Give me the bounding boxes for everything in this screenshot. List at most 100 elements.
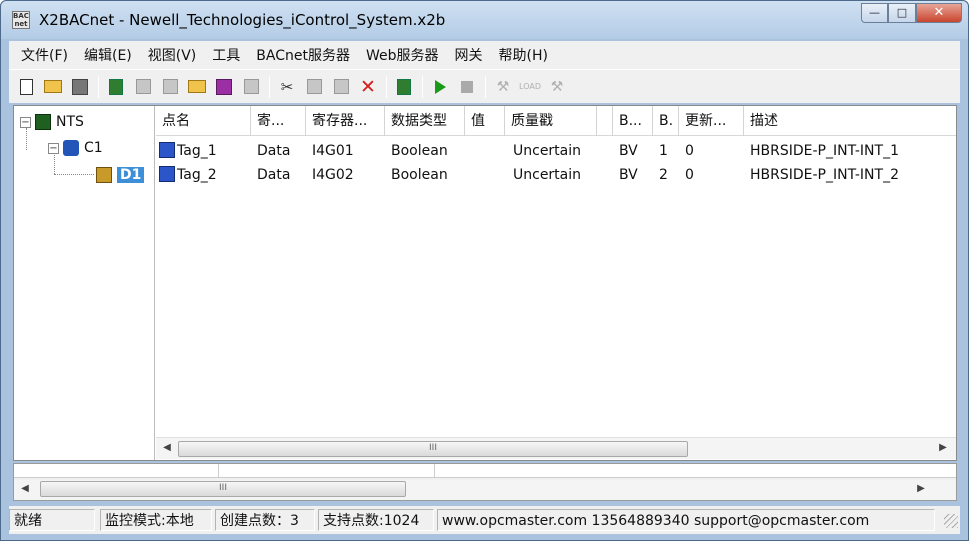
properties-button[interactable] [240, 76, 262, 98]
open-button[interactable] [42, 76, 64, 98]
log-header [14, 464, 956, 478]
menu-view[interactable]: 视图(V) [140, 45, 205, 65]
add-channel-button[interactable] [105, 76, 127, 98]
column-header[interactable]: B... [613, 106, 653, 136]
object-type-cell: BV [619, 143, 638, 159]
toolbar-separator [269, 75, 270, 98]
scroll-right-icon[interactable]: ▶ [936, 441, 950, 455]
scissors-icon: ✂ [280, 77, 294, 96]
datatype-cell: Boolean [391, 143, 448, 159]
list-horizontal-scrollbar[interactable]: ◀ III ▶ [156, 437, 956, 459]
scroll-left-icon[interactable]: ◀ [160, 441, 174, 455]
column-header[interactable] [597, 106, 613, 136]
column-header[interactable]: 更新... [679, 106, 744, 136]
load-button[interactable]: LOAD [519, 76, 541, 98]
tree-node-label: C1 [84, 140, 103, 156]
tree-node-d1[interactable]: D1 [96, 165, 145, 185]
menu-file[interactable]: 文件(F) [13, 45, 76, 65]
collapse-icon[interactable]: − [20, 116, 31, 128]
menu-bacnet-server[interactable]: BACnet服务器 [248, 45, 358, 65]
status-created-count: 创建点数：3 [215, 509, 315, 531]
window-controls: — □ ✕ [861, 3, 962, 23]
object-type-cell: BV [619, 167, 638, 183]
stop-button[interactable] [456, 76, 478, 98]
quality-cell: Uncertain [513, 143, 582, 159]
paste-button[interactable] [330, 76, 352, 98]
menu-gateway[interactable]: 网关 [447, 45, 491, 65]
log-pane: ◀ III ▶ [13, 463, 957, 501]
monitor-button[interactable] [393, 76, 415, 98]
tree-node-c1[interactable]: − C1 [48, 138, 103, 158]
copy-button[interactable] [303, 76, 325, 98]
tree-node-label: NTS [56, 114, 84, 130]
scroll-right-icon[interactable]: ▶ [914, 482, 928, 496]
delete-button[interactable]: ✕ [357, 76, 379, 98]
status-mode: 监控模式:本地 [100, 509, 212, 531]
copy-icon [306, 79, 322, 94]
new-button[interactable] [15, 76, 37, 98]
column-header[interactable]: 描述 [744, 106, 956, 136]
column-header[interactable]: 数据类型 [385, 106, 465, 136]
register-cell: I4G01 [312, 143, 354, 159]
new-folder-button[interactable] [186, 76, 208, 98]
add-tag-button[interactable] [213, 76, 235, 98]
scroll-thumb[interactable]: III [40, 481, 406, 497]
app-icon-label: BAC net [13, 12, 29, 28]
column-header[interactable]: 质量戳 [505, 106, 597, 136]
column-header[interactable]: B. [653, 106, 679, 136]
table-row[interactable]: Tag_2 Data I4G02 Boolean Uncertain BV 2 … [156, 163, 956, 187]
minimize-button[interactable]: — [861, 3, 888, 23]
hammer-icon: ⚒ [496, 78, 510, 95]
tag-add-icon [216, 78, 232, 95]
update-cell: 0 [685, 167, 694, 183]
scroll-thumb[interactable]: III [178, 441, 688, 457]
scroll-left-icon[interactable]: ◀ [18, 482, 32, 496]
menu-edit[interactable]: 编辑(E) [76, 45, 140, 65]
app-window: BAC net X2BACnet - Newell_Technologies_i… [0, 0, 969, 541]
run-button[interactable] [429, 76, 451, 98]
new-folder-icon [188, 80, 206, 93]
description-cell: HBRSIDE-P_INT-INT_2 [750, 167, 899, 183]
table-row[interactable]: Tag_1 Data I4G01 Boolean Uncertain BV 1 … [156, 139, 956, 163]
toolbar-separator [422, 75, 423, 98]
device-icon [96, 167, 112, 183]
list-header: 点名 寄... 寄存器... 数据类型 值 质量戳 B... B. 更新... … [156, 106, 956, 136]
group-icon [162, 79, 178, 94]
project-tree: − NTS − C1 D1 [14, 106, 155, 460]
column-header[interactable]: 点名 [156, 106, 251, 136]
add-group-button[interactable] [159, 76, 181, 98]
tag-name-cell: Tag_2 [156, 163, 251, 187]
play-icon [434, 79, 446, 94]
log-column-divider [218, 464, 219, 478]
column-header[interactable]: 值 [465, 106, 505, 136]
title-bar[interactable]: BAC net X2BACnet - Newell_Technologies_i… [1, 1, 968, 39]
menu-web-server[interactable]: Web服务器 [358, 45, 447, 65]
cut-button[interactable]: ✂ [276, 76, 298, 98]
add-device-button[interactable] [132, 76, 154, 98]
status-bar: 就绪 监控模式:本地 创建点数：3 支持点数:1024 www.opcmaste… [9, 506, 960, 534]
close-button[interactable]: ✕ [916, 3, 962, 23]
status-supported-count: 支持点数:1024 [318, 509, 434, 531]
paste-icon [333, 79, 349, 94]
tree-node-nts[interactable]: − NTS [20, 112, 84, 132]
maximize-button[interactable]: □ [888, 3, 916, 23]
column-header[interactable]: 寄存器... [306, 106, 385, 136]
column-header[interactable]: 寄... [251, 106, 306, 136]
log-horizontal-scrollbar[interactable]: ◀ III ▶ [14, 480, 956, 500]
channel-icon [109, 78, 123, 95]
value-cell [465, 139, 505, 163]
tool-button[interactable]: ⚒ [492, 76, 514, 98]
open-folder-icon [44, 80, 62, 93]
window-title: X2BACnet - Newell_Technologies_iControl_… [39, 11, 446, 29]
save-disk-icon [72, 78, 88, 95]
menu-help[interactable]: 帮助(H) [491, 45, 556, 65]
tag-icon [159, 166, 175, 182]
build-button[interactable]: ⚒ [546, 76, 568, 98]
toolbar-separator [98, 75, 99, 98]
properties-icon [243, 79, 259, 94]
menu-tools[interactable]: 工具 [204, 45, 248, 65]
resize-grip-icon[interactable] [944, 514, 958, 528]
save-button[interactable] [69, 76, 91, 98]
datatype-cell: Boolean [391, 167, 448, 183]
collapse-icon[interactable]: − [48, 142, 59, 154]
